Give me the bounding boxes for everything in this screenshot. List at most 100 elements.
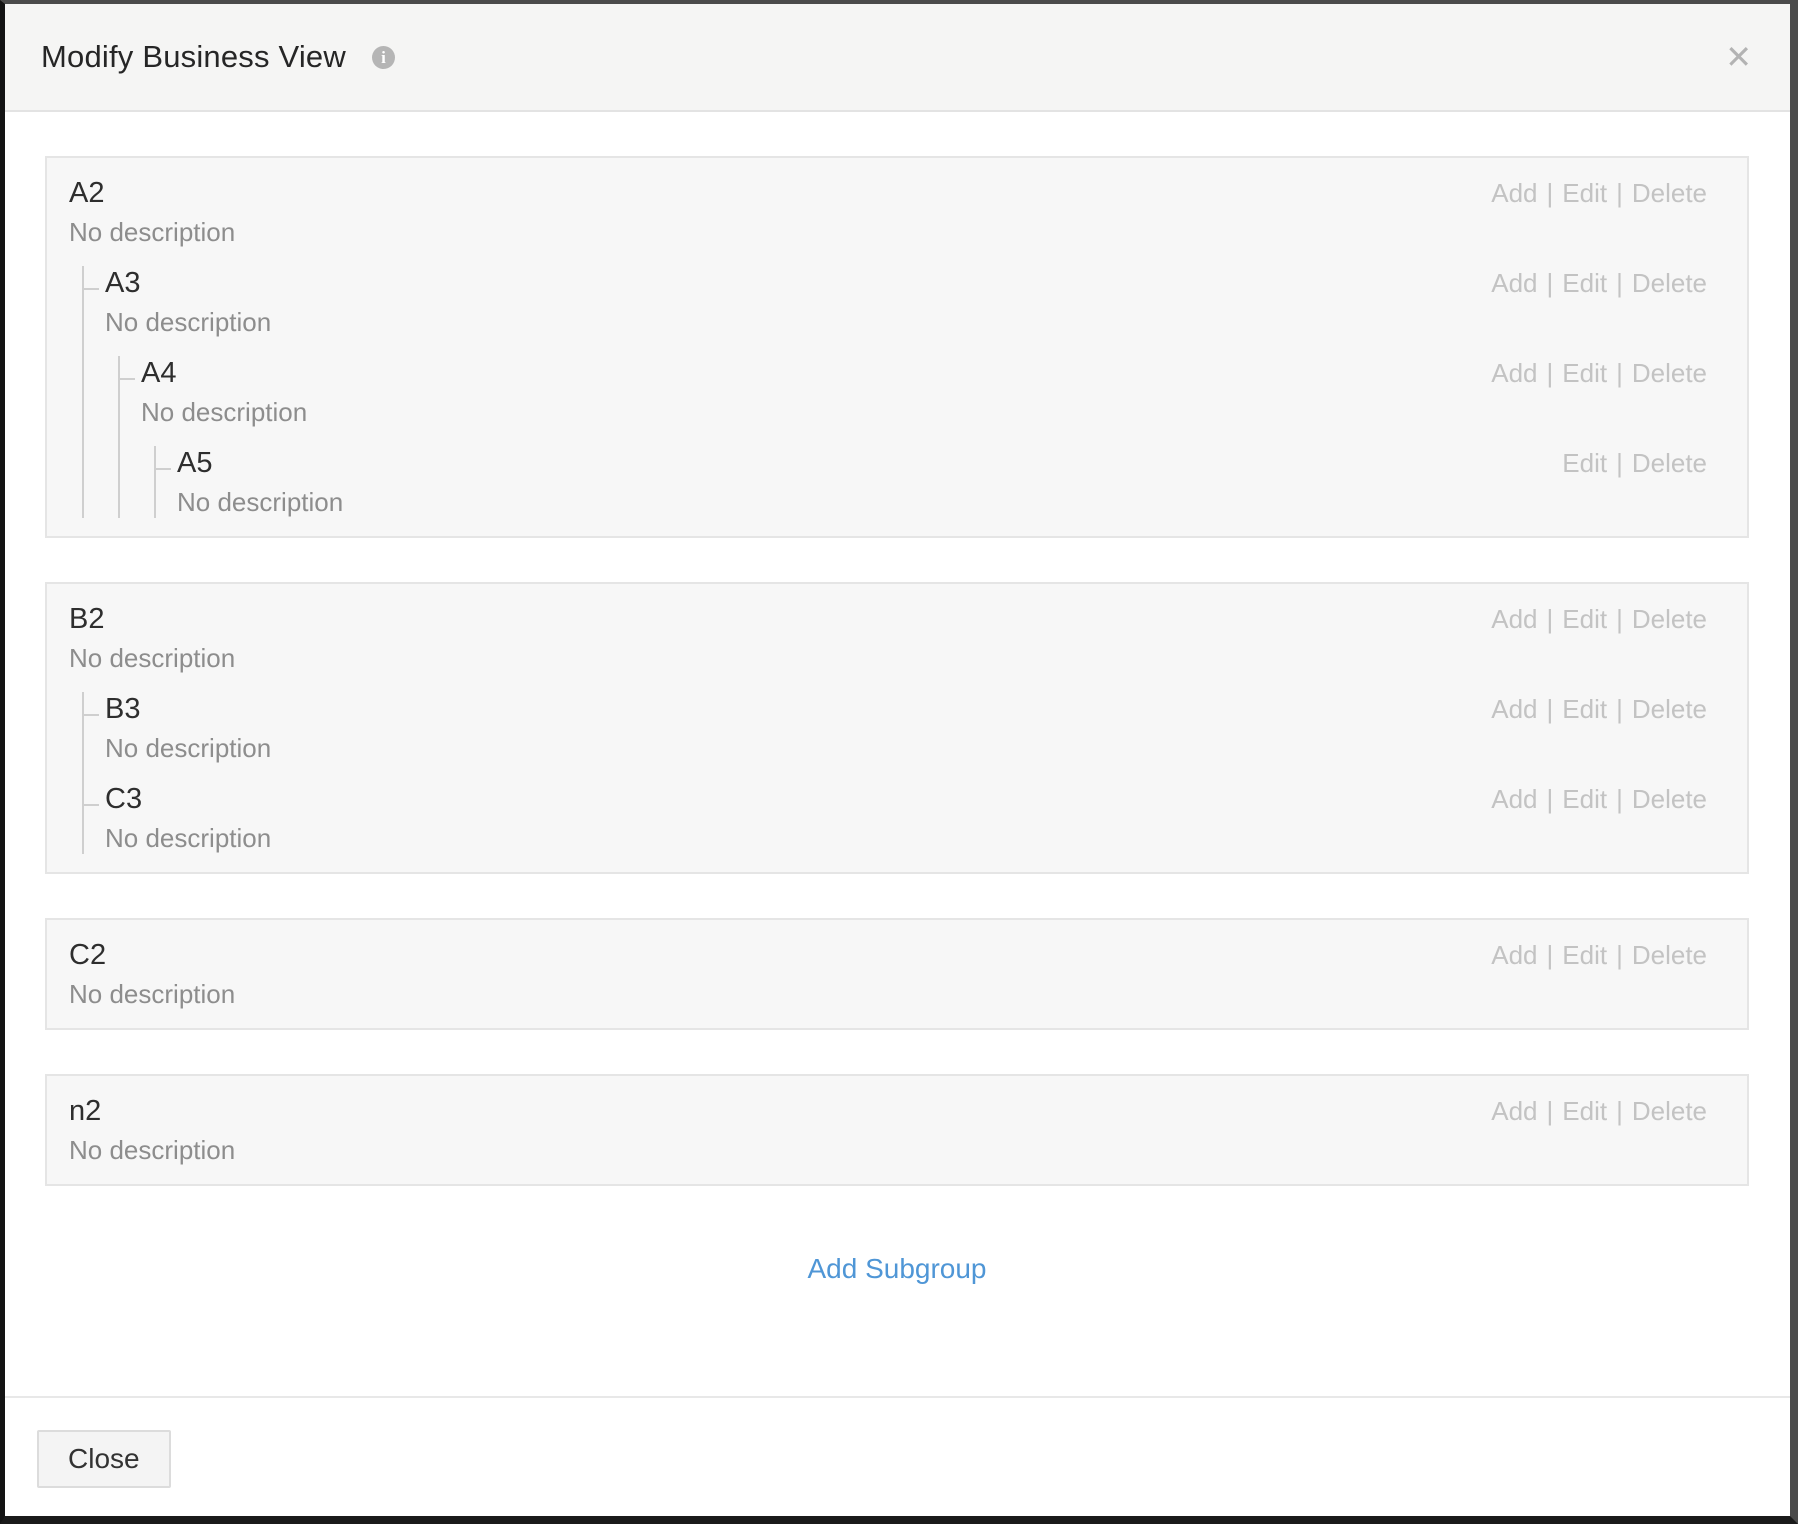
edit-action-link[interactable]: Edit (1562, 784, 1607, 814)
info-icon[interactable]: i (372, 46, 395, 69)
tree-node: A2 No description Add | Edit | Delete A3 No desc… (69, 176, 1707, 518)
tree-node-text: A3 No description (105, 266, 271, 338)
tree-node-text: A2 No description (69, 176, 235, 248)
delete-action-link[interactable]: Delete (1632, 448, 1707, 478)
edit-action-link[interactable]: Edit (1562, 448, 1607, 478)
edit-action-link[interactable]: Edit (1562, 604, 1607, 634)
group-card: B2No description Add | Edit | Delete B3 No desc… (45, 582, 1749, 874)
edit-action-link[interactable]: Edit (1562, 694, 1607, 724)
group-card: C2 No description Add | Edit | Delete (45, 918, 1749, 1030)
add-action-link[interactable]: Add (1491, 358, 1537, 388)
modal-window: Modify Business View i ✕ A2 No descriptio… (0, 0, 1798, 1524)
node-title: A5 (177, 446, 343, 480)
node-description: No description (69, 1134, 235, 1166)
node-title: C2 (69, 938, 235, 972)
close-icon[interactable]: ✕ (1725, 41, 1752, 73)
delete-action-link[interactable]: Delete (1632, 1096, 1707, 1126)
action-separator: | (1616, 1096, 1623, 1126)
delete-action-link[interactable]: Delete (1632, 268, 1707, 298)
tree-node-text: C2 No description (69, 938, 235, 1010)
tree-node-text: B3 No description (105, 692, 271, 764)
tree-node-text: n2 No description (69, 1094, 235, 1166)
add-action-link[interactable]: Add (1491, 268, 1537, 298)
edit-action-link[interactable]: Edit (1562, 178, 1607, 208)
tree-node-children: B3 No description Add | Edit | Delete C3 No desc… (82, 692, 1707, 854)
action-separator: | (1547, 268, 1554, 298)
node-actions: Add | Edit | Delete (1461, 176, 1707, 210)
action-separator: | (1547, 604, 1554, 634)
tree-node-header: n2 No description Add | Edit | Delete (69, 1094, 1707, 1166)
tree-node: C3 No description Add | Edit | Delete (84, 782, 1707, 854)
node-actions: Edit | Delete (1532, 446, 1707, 480)
node-description: No description (105, 732, 271, 764)
tree-node-header: C3 No description Add | Edit | Delete (105, 782, 1707, 854)
tree-node-header: A3 No description Add | Edit | Delete (105, 266, 1707, 338)
close-button[interactable]: Close (37, 1430, 171, 1488)
add-subgroup-link[interactable]: Add Subgroup (807, 1252, 986, 1286)
add-action-link[interactable]: Add (1491, 604, 1537, 634)
tree-node: B2No description Add | Edit | Delete B3 No desc… (69, 602, 1707, 854)
action-separator: | (1616, 604, 1623, 634)
tree-node-header: C2 No description Add | Edit | Delete (69, 938, 1707, 1010)
modal-body: A2 No description Add | Edit | Delete A3 No desc… (5, 112, 1790, 1396)
node-description: No description (105, 822, 271, 854)
node-description: No description (69, 216, 235, 248)
action-separator: | (1616, 178, 1623, 208)
node-description: No description (177, 486, 343, 518)
node-actions: Add | Edit | Delete (1461, 356, 1707, 390)
tree-node-header: A5 No description Edit | Delete (177, 446, 1707, 518)
tree-node-children: A5 No description Edit | Delete (154, 446, 1707, 518)
node-title: A2 (69, 176, 235, 210)
node-actions: Add | Edit | Delete (1461, 1094, 1707, 1128)
delete-action-link[interactable]: Delete (1632, 694, 1707, 724)
modal-footer: Close (5, 1396, 1790, 1516)
edit-action-link[interactable]: Edit (1562, 358, 1607, 388)
node-title: C3 (105, 782, 271, 816)
tree-node-header: A2 No description Add | Edit | Delete (69, 176, 1707, 248)
edit-action-link[interactable]: Edit (1562, 940, 1607, 970)
action-separator: | (1547, 358, 1554, 388)
action-separator: | (1616, 694, 1623, 724)
add-action-link[interactable]: Add (1491, 1096, 1537, 1126)
delete-action-link[interactable]: Delete (1632, 178, 1707, 208)
tree-node: n2 No description Add | Edit | Delete (69, 1094, 1707, 1166)
tree-node: C2 No description Add | Edit | Delete (69, 938, 1707, 1010)
tree-node-text: B2No description (69, 602, 235, 674)
delete-action-link[interactable]: Delete (1632, 784, 1707, 814)
node-actions: Add | Edit | Delete (1461, 782, 1707, 816)
add-action-link[interactable]: Add (1491, 178, 1537, 208)
modal-title: Modify Business View (41, 39, 346, 75)
action-separator: | (1616, 268, 1623, 298)
delete-action-link[interactable]: Delete (1632, 940, 1707, 970)
node-description: No description (105, 306, 271, 338)
group-card: n2 No description Add | Edit | Delete (45, 1074, 1749, 1186)
action-separator: | (1547, 1096, 1554, 1126)
action-separator: | (1616, 940, 1623, 970)
add-action-link[interactable]: Add (1491, 694, 1537, 724)
action-separator: | (1547, 784, 1554, 814)
tree-node-text: C3 No description (105, 782, 271, 854)
tree-node: A4No description Add | Edit | Delete A5 No desc… (120, 356, 1707, 518)
tree-node-children: A4No description Add | Edit | Delete A5 No desc… (118, 356, 1707, 518)
delete-action-link[interactable]: Delete (1632, 358, 1707, 388)
action-separator: | (1616, 358, 1623, 388)
add-action-link[interactable]: Add (1491, 784, 1537, 814)
edit-action-link[interactable]: Edit (1562, 1096, 1607, 1126)
add-action-link[interactable]: Add (1491, 940, 1537, 970)
action-separator: | (1547, 940, 1554, 970)
action-separator: | (1616, 784, 1623, 814)
node-title: A3 (105, 266, 271, 300)
delete-action-link[interactable]: Delete (1632, 604, 1707, 634)
edit-action-link[interactable]: Edit (1562, 268, 1607, 298)
node-title: n2 (69, 1094, 235, 1128)
tree-node-header: B3No descriptionAdd|Edit|Delete (105, 692, 1707, 764)
tree-node-text: A4No description (141, 356, 307, 428)
node-title: B3 (105, 692, 271, 726)
modal-header: Modify Business View i ✕ (5, 4, 1790, 112)
tree-node-header: B2No description Add | Edit | Delete (69, 602, 1707, 674)
action-separator: | (1547, 178, 1554, 208)
node-description: No description (69, 978, 235, 1010)
action-separator: | (1616, 448, 1623, 478)
add-subgroup-row: Add Subgroup (45, 1252, 1749, 1286)
node-description: No description (141, 396, 307, 428)
